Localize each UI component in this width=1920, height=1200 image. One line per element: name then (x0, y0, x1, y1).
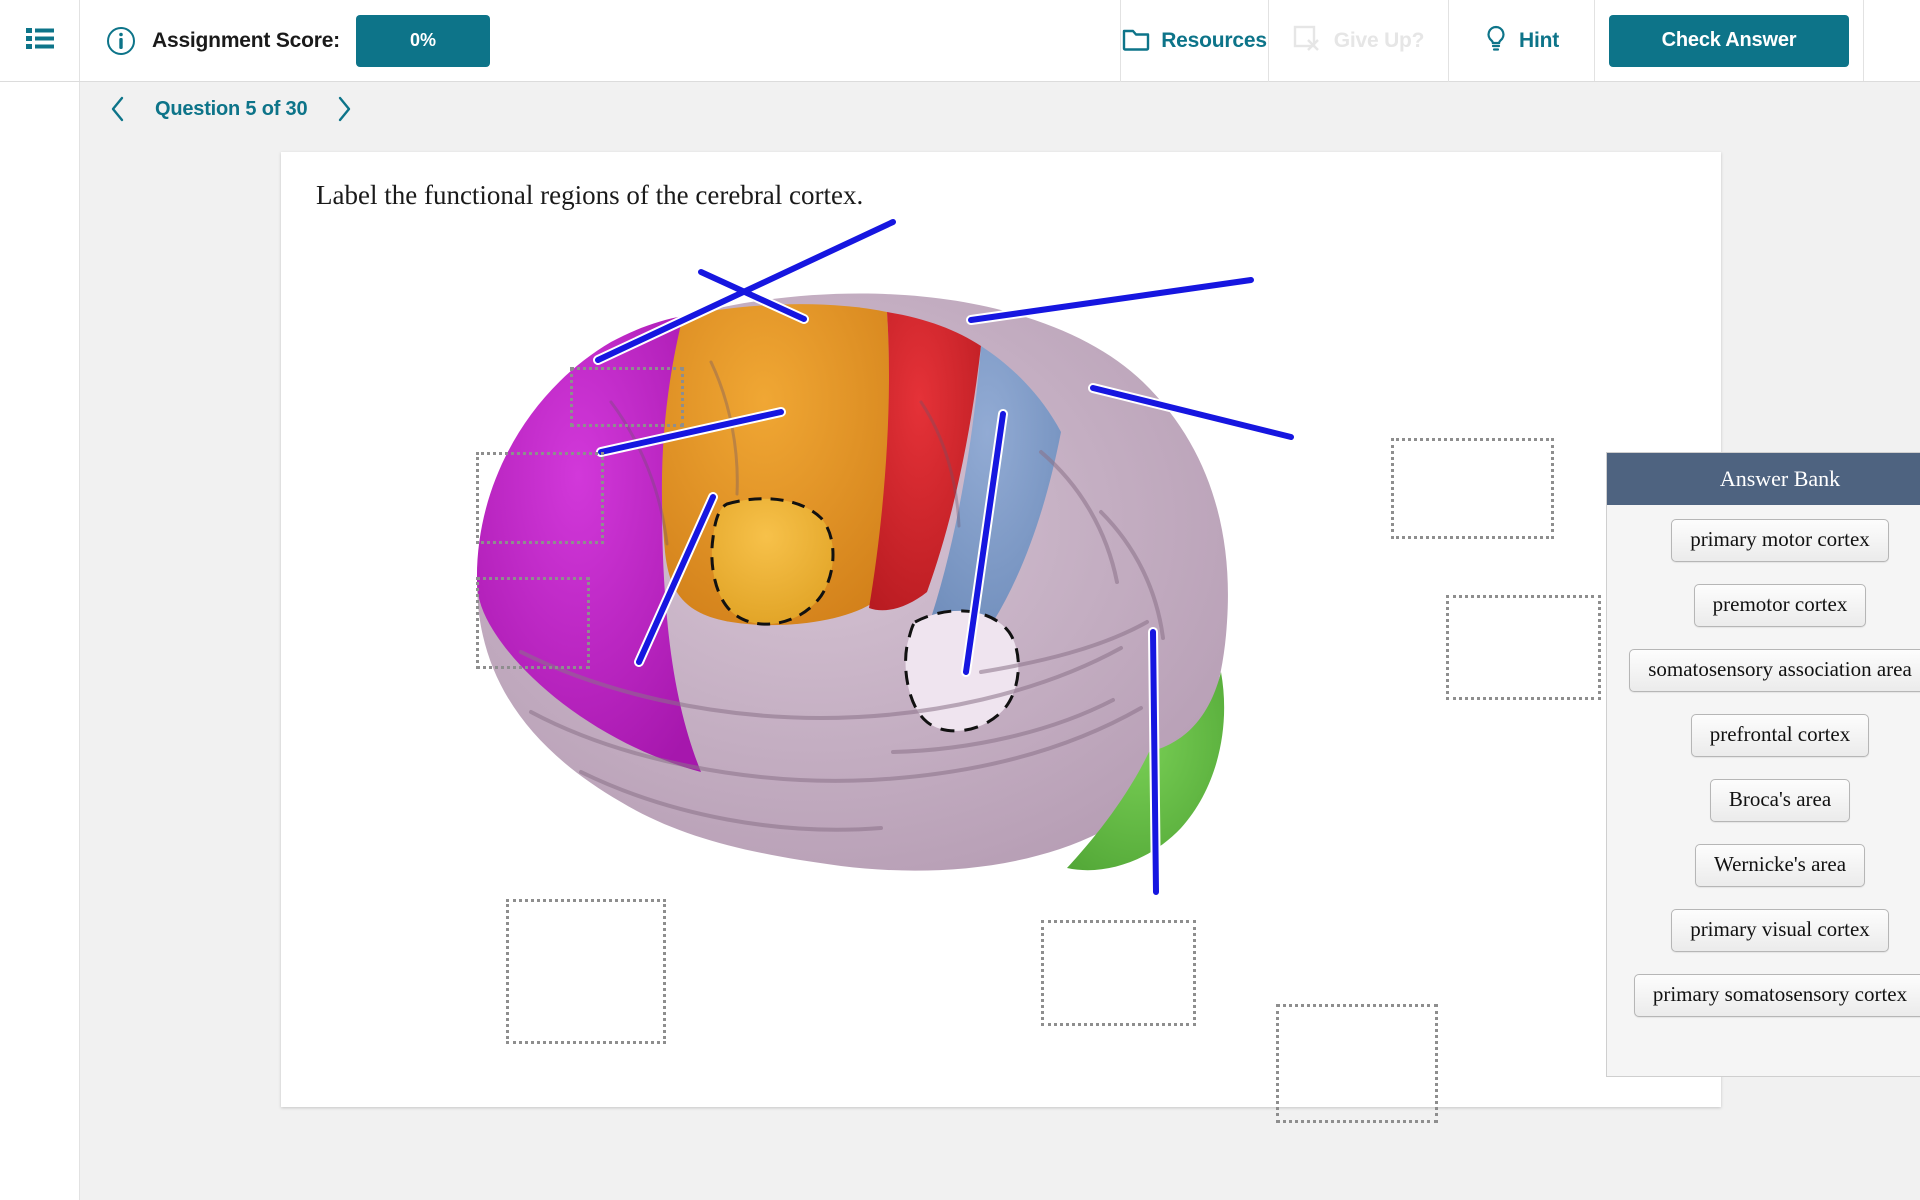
assignment-score-value: 0% (355, 14, 490, 67)
answer-bank-list: primary motor cortex premotor cortex som… (1607, 505, 1920, 1017)
assignment-score-group: Assignment Score: 0% (80, 0, 490, 81)
answer-bank-item[interactable]: prefrontal cortex (1690, 714, 1870, 757)
answer-bank-item[interactable]: primary somatosensory cortex (1633, 974, 1920, 1017)
prev-question-button[interactable] (95, 86, 141, 132)
dropzone-7[interactable] (1391, 438, 1554, 539)
toolbar-tail (1864, 0, 1920, 81)
dropzone-8[interactable] (1446, 595, 1601, 700)
answer-bank-item[interactable]: premotor cortex (1693, 584, 1867, 627)
answer-bank-item[interactable]: somatosensory association area (1629, 649, 1920, 692)
assignment-score-label: Assignment Score: (152, 28, 340, 52)
folder-icon (1122, 26, 1150, 57)
check-answer-button[interactable]: Check Answer (1609, 14, 1849, 67)
answer-bank-title: Answer Bank (1607, 453, 1920, 505)
left-rail (0, 82, 80, 1200)
dropzone-6[interactable] (1276, 1004, 1438, 1123)
answer-bank: Answer Bank primary motor cortex premoto… (1606, 452, 1920, 1077)
leader-line-7 (968, 277, 1254, 323)
check-answer-cell: Check Answer (1594, 0, 1864, 81)
hint-button[interactable]: Hint (1448, 0, 1594, 82)
answer-bank-item[interactable]: primary visual cortex (1671, 909, 1889, 952)
answer-bank-item[interactable]: Wernicke's area (1694, 844, 1866, 887)
answer-bank-item[interactable]: Broca's area (1709, 779, 1851, 822)
question-nav: Question 5 of 30 (81, 82, 1920, 136)
info-circle-icon[interactable] (106, 26, 136, 56)
dropzone-4[interactable] (506, 899, 666, 1044)
answer-bank-item[interactable]: primary motor cortex (1671, 519, 1889, 562)
dropzone-1[interactable] (570, 367, 684, 427)
top-toolbar: Assignment Score: 0% Resources Give Up? (0, 0, 1920, 82)
menu-button[interactable] (0, 0, 80, 81)
give-up-button: Give Up? (1268, 0, 1448, 82)
dropzone-5[interactable] (1041, 920, 1196, 1026)
labeling-diagram (281, 152, 1721, 1123)
question-counter: Question 5 of 30 (155, 97, 308, 120)
hamburger-list-icon (25, 26, 54, 55)
resources-label: Resources (1161, 29, 1267, 52)
lightbulb-icon (1484, 25, 1508, 58)
hint-label: Hint (1518, 29, 1560, 52)
dropzone-2[interactable] (476, 452, 604, 544)
next-question-button[interactable] (321, 86, 367, 132)
leader-line-6 (1150, 629, 1159, 895)
resources-button[interactable]: Resources (1120, 0, 1268, 82)
assignment-page: Assignment Score: 0% Resources Give Up? (0, 0, 1920, 1200)
give-up-label: Give Up? (1333, 29, 1425, 52)
dropzone-3[interactable] (476, 577, 590, 669)
square-x-icon (1293, 25, 1323, 58)
question-card: Label the functional regions of the cere… (281, 152, 1920, 1123)
